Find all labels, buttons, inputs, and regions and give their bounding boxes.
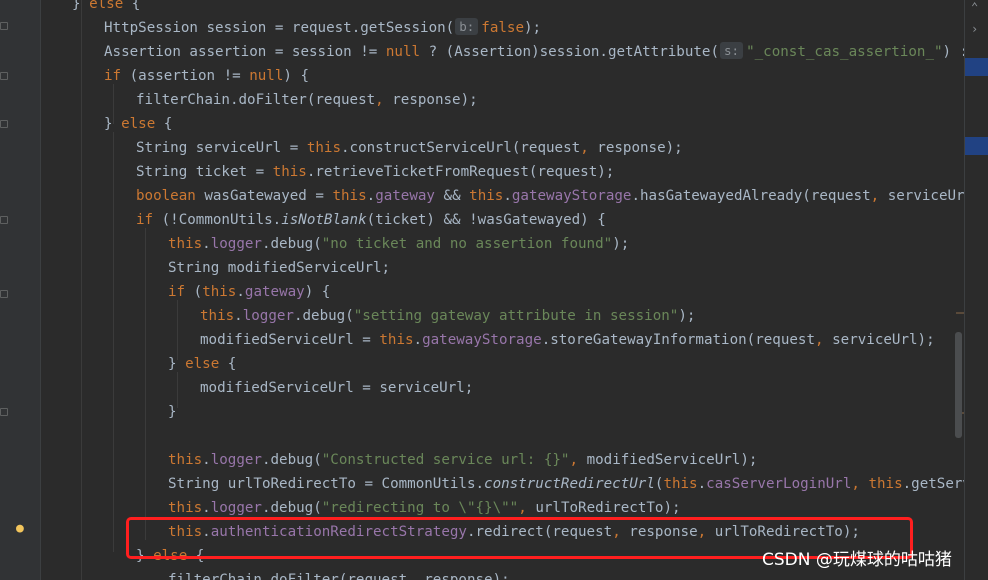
fold-marker-icon[interactable] [0, 72, 8, 80]
indent-guide [177, 300, 178, 360]
fold-marker-icon[interactable] [0, 408, 8, 416]
code-line: } else { [72, 0, 141, 12]
code-line: String serviceUrl = this.constructServic… [136, 140, 683, 156]
indent-guide [81, 0, 82, 580]
right-tool-strip: ⌃ › [964, 0, 988, 580]
code-line: String ticket = this.retrieveTicketFromR… [136, 164, 615, 180]
editor-gutter: ● [0, 0, 41, 580]
code-line: this.logger.debug("Constructed service u… [168, 452, 758, 468]
code-line: this.logger.debug("no ticket and no asse… [168, 236, 630, 252]
chevron-right-icon[interactable]: › [971, 22, 978, 36]
fold-marker-icon[interactable] [0, 216, 8, 224]
parameter-hint: b: [455, 18, 479, 35]
parameter-hint: s: [720, 42, 744, 59]
code-line: this.logger.debug("setting gateway attri… [200, 308, 696, 324]
scroll-marker [956, 312, 964, 314]
vertical-scrollbar[interactable] [955, 332, 962, 438]
code-line: if (!CommonUtils.isNotBlank(ticket) && !… [136, 212, 606, 228]
selection-marker [965, 58, 988, 76]
code-editor[interactable]: } else { HttpSession session = request.g… [40, 0, 964, 580]
code-line: } [168, 404, 177, 420]
code-line: modifiedServiceUrl = serviceUrl; [200, 380, 474, 396]
indent-guide [177, 372, 178, 408]
code-line: HttpSession session = request.getSession… [104, 18, 542, 36]
fold-marker-icon[interactable] [0, 22, 8, 30]
code-line: filterChain.doFilter(request, response); [168, 572, 510, 580]
selection-marker [965, 137, 988, 155]
code-line: boolean wasGatewayed = this.gateway && t… [136, 188, 964, 204]
fold-marker-icon[interactable] [0, 290, 8, 298]
lightbulb-icon[interactable]: ● [16, 522, 26, 535]
watermark: CSDN @玩煤球的咕咕猪 [762, 550, 952, 570]
code-line: if (assertion != null) { [104, 68, 310, 84]
fold-marker-icon[interactable] [0, 120, 8, 128]
code-line: filterChain.doFilter(request, response); [136, 92, 478, 108]
code-line: } else { [104, 116, 173, 132]
indent-guide [145, 228, 146, 540]
indent-guide [113, 132, 114, 552]
code-line: String urlToRedirectTo = CommonUtils.con… [168, 476, 964, 492]
code-line: String modifiedServiceUrl; [168, 260, 391, 276]
code-line: } else { [168, 356, 237, 372]
code-line: Assertion assertion = session != null ? … [104, 42, 964, 60]
code-line: if (this.gateway) { [168, 284, 331, 300]
chevron-up-icon[interactable]: ⌃ [971, 0, 978, 14]
code-line: modifiedServiceUrl = this.gatewayStorage… [200, 332, 935, 348]
